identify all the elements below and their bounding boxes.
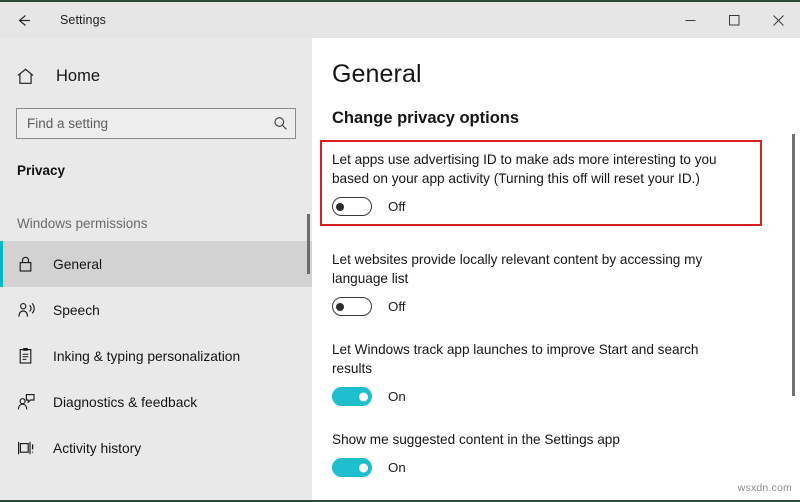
sidebar-nav-list: General Speech	[0, 241, 312, 471]
toggle-knob	[336, 203, 344, 211]
window-controls	[668, 2, 800, 38]
sidebar-item-activity-history-label: Activity history	[53, 441, 141, 456]
search-icon[interactable]	[265, 116, 295, 131]
sidebar-group-heading: Windows permissions	[0, 216, 312, 231]
search-box[interactable]	[16, 108, 296, 139]
sidebar-item-speech-label: Speech	[53, 303, 100, 318]
lock-icon	[17, 255, 43, 273]
sidebar-section-title: Privacy	[0, 163, 312, 178]
setting-advertising-id-state: Off	[388, 199, 406, 214]
activity-history-icon	[17, 439, 43, 457]
close-button[interactable]	[756, 2, 800, 38]
setting-app-launch-tracking-label: Let Windows track app launches to improv…	[332, 340, 734, 378]
main-scrollbar-thumb[interactable]	[792, 134, 795, 396]
sidebar-item-diagnostics-feedback[interactable]: Diagnostics & feedback	[0, 379, 312, 425]
sidebar-scrollbar[interactable]	[307, 214, 310, 502]
setting-app-launch-tracking-toggle-row: On	[332, 387, 800, 406]
main-scrollbar[interactable]	[792, 98, 795, 488]
sidebar-home-label: Home	[56, 67, 100, 86]
setting-app-launch-tracking-state: On	[388, 389, 406, 404]
setting-language-list-toggle-row: Off	[332, 297, 800, 316]
sidebar-item-diagnostics-feedback-label: Diagnostics & feedback	[53, 395, 197, 410]
settings-window: Settings Home	[0, 0, 800, 502]
sidebar-item-home[interactable]: Home	[0, 54, 312, 98]
toggle-knob	[359, 463, 368, 472]
setting-app-launch-tracking: Let Windows track app launches to improv…	[332, 336, 800, 406]
sidebar-item-inking-typing[interactable]: Inking & typing personalization	[0, 333, 312, 379]
toggle-knob	[359, 392, 368, 401]
sidebar-item-activity-history[interactable]: Activity history	[0, 425, 312, 471]
sidebar-item-general[interactable]: General	[0, 241, 312, 287]
setting-suggested-content-state: On	[388, 460, 406, 475]
setting-suggested-content-label: Show me suggested content in the Setting…	[332, 430, 734, 449]
setting-advertising-id-toggle-row: Off	[332, 197, 760, 216]
setting-app-launch-tracking-toggle[interactable]	[332, 387, 372, 406]
clipboard-icon	[17, 347, 43, 365]
toggle-knob	[336, 303, 344, 311]
maximize-button[interactable]	[712, 2, 756, 38]
setting-advertising-id-toggle[interactable]	[332, 197, 372, 216]
window-title: Settings	[60, 13, 106, 27]
home-icon	[16, 67, 46, 86]
setting-suggested-content-toggle[interactable]	[332, 458, 372, 477]
watermark: wsxdn.com	[738, 482, 792, 494]
search-input[interactable]	[17, 116, 265, 131]
sidebar-item-inking-typing-label: Inking & typing personalization	[53, 349, 240, 364]
setting-suggested-content-toggle-row: On	[332, 458, 800, 477]
sidebar-item-general-label: General	[53, 257, 102, 272]
main-content: General Change privacy options Let apps …	[312, 38, 800, 502]
settings-list: Let apps use advertising ID to make ads …	[312, 140, 800, 477]
setting-language-list-toggle[interactable]	[332, 297, 372, 316]
title-bar: Settings	[0, 2, 800, 38]
setting-language-list: Let websites provide locally relevant co…	[332, 246, 800, 316]
back-button[interactable]	[0, 2, 46, 38]
setting-language-list-label: Let websites provide locally relevant co…	[332, 250, 734, 288]
sidebar: Home Privacy Windows permissions	[0, 38, 312, 502]
sidebar-scrollbar-thumb[interactable]	[307, 214, 310, 274]
minimize-button[interactable]	[668, 2, 712, 38]
setting-advertising-id-label: Let apps use advertising ID to make ads …	[332, 150, 734, 188]
speech-person-icon	[17, 301, 43, 319]
feedback-person-icon	[17, 393, 43, 411]
setting-advertising-id: Let apps use advertising ID to make ads …	[320, 140, 762, 226]
page-title: General	[332, 60, 800, 89]
setting-language-list-state: Off	[388, 299, 406, 314]
setting-suggested-content: Show me suggested content in the Setting…	[332, 426, 800, 477]
page-subtitle: Change privacy options	[332, 109, 800, 128]
sidebar-item-speech[interactable]: Speech	[0, 287, 312, 333]
